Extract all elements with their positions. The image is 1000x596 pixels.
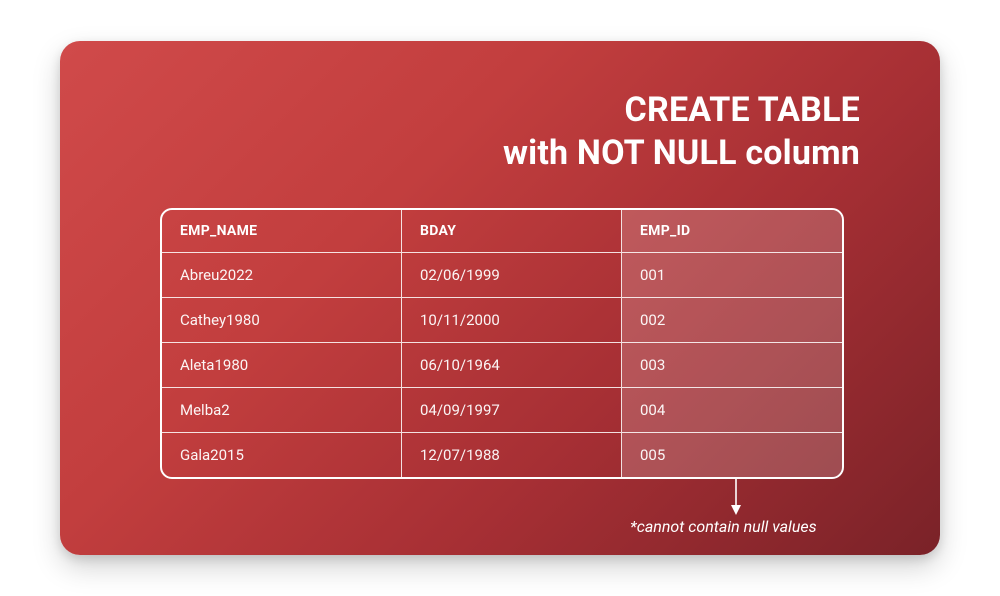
cell-bday: 06/10/1964 — [402, 343, 622, 388]
table-container: EMP_NAME BDAY EMP_ID Abreu2022 02/06/199… — [160, 208, 840, 479]
cell-emp-id: 002 — [622, 298, 842, 343]
title-line-2: with NOT NULL column — [140, 132, 860, 175]
cell-bday: 02/06/1999 — [402, 253, 622, 298]
page-title: CREATE TABLE with NOT NULL column — [140, 89, 860, 174]
employee-table: EMP_NAME BDAY EMP_ID Abreu2022 02/06/199… — [160, 208, 844, 479]
cell-emp-id: 005 — [622, 433, 842, 477]
cell-emp-name: Gala2015 — [162, 433, 402, 477]
cell-emp-id: 001 — [622, 253, 842, 298]
cell-emp-name: Abreu2022 — [162, 253, 402, 298]
cell-emp-id: 003 — [622, 343, 842, 388]
table-row: Cathey1980 10/11/2000 002 — [162, 298, 842, 343]
table-header-row: EMP_NAME BDAY EMP_ID — [162, 210, 842, 253]
cell-emp-name: Melba2 — [162, 388, 402, 433]
table-row: Abreu2022 02/06/1999 001 — [162, 253, 842, 298]
annotation-text: *cannot contain null values — [630, 517, 817, 536]
cell-bday: 12/07/1988 — [402, 433, 622, 477]
header-bday: BDAY — [402, 210, 622, 253]
cell-emp-id: 004 — [622, 388, 842, 433]
header-emp-name: EMP_NAME — [162, 210, 402, 253]
table-row: Melba2 04/09/1997 004 — [162, 388, 842, 433]
table-row: Aleta1980 06/10/1964 003 — [162, 343, 842, 388]
cell-bday: 10/11/2000 — [402, 298, 622, 343]
annotation-group: *cannot contain null values — [160, 479, 840, 549]
cell-bday: 04/09/1997 — [402, 388, 622, 433]
table-row: Gala2015 12/07/1988 005 — [162, 433, 842, 477]
cell-emp-name: Cathey1980 — [162, 298, 402, 343]
title-line-1: CREATE TABLE — [625, 90, 860, 130]
header-emp-id: EMP_ID — [622, 210, 842, 253]
diagram-card: CREATE TABLE with NOT NULL column EMP_NA… — [60, 41, 940, 555]
cell-emp-name: Aleta1980 — [162, 343, 402, 388]
